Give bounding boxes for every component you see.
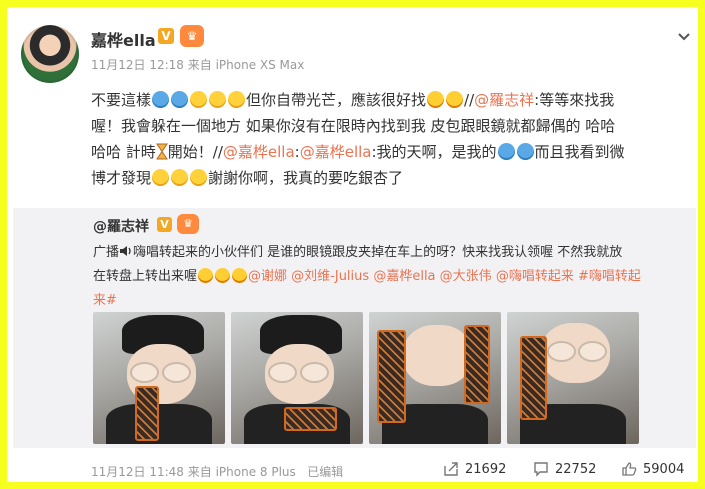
mention-luo[interactable]: @羅志祥	[474, 91, 534, 109]
photo-1[interactable]	[93, 312, 225, 444]
post-username[interactable]: 嘉桦ella	[91, 27, 156, 51]
verified-badge: V	[157, 217, 172, 232]
fearful-emoji-icon	[497, 143, 515, 160]
verified-badge: V	[158, 28, 174, 44]
repost-text: 广播 嗨唱转起来的小伙伴们 是谁的眼镜跟皮夹掉在车上的呀？快来找我认领喔 不然我就…	[93, 245, 641, 308]
tired-emoji-icon	[209, 91, 227, 108]
photo-4[interactable]	[507, 312, 639, 444]
speaker-icon	[120, 246, 131, 256]
crying-emoji-icon	[171, 91, 189, 108]
post-meta: 11月12日 12:18 来自 iPhone XS Max	[91, 58, 305, 72]
tired-emoji-icon	[228, 91, 246, 108]
mention-dazhangwei[interactable]: @大张伟	[440, 269, 492, 284]
hashtag[interactable]: 来#	[93, 293, 117, 308]
like-count: 59004	[643, 461, 685, 477]
mention-jia-1[interactable]: @嘉桦ella	[223, 143, 295, 161]
comment-count: 22752	[555, 461, 597, 477]
content-text: 不要這樣	[91, 91, 152, 109]
content-text: :我的天啊，是我的	[371, 143, 497, 161]
mention-haichang[interactable]: @嗨唱转起来	[496, 269, 574, 284]
repost-username[interactable]: @羅志祥	[93, 216, 149, 236]
share-stat[interactable]: 21692	[443, 461, 506, 477]
hashtag[interactable]: #嗨唱转起	[578, 269, 641, 284]
share-count: 21692	[465, 461, 507, 477]
laughing-emoji-icon	[232, 268, 248, 283]
chevron-down-icon[interactable]	[676, 29, 692, 45]
like-stat[interactable]: 59004	[621, 461, 684, 477]
mention-jia[interactable]: @嘉桦ella	[373, 269, 435, 284]
repost-meta: 11月12日 11:48 来自 iPhone 8 Plus	[91, 465, 296, 479]
tired-emoji-icon	[152, 169, 170, 186]
hourglass-icon	[155, 143, 168, 160]
tired-emoji-icon	[190, 91, 208, 108]
content-text: 博才發現	[91, 169, 152, 187]
content-text: 但你自帶光芒，應該很好找	[246, 91, 427, 109]
comment-stat[interactable]: 22752	[533, 461, 596, 477]
repost-footer: 11月12日 11:48 来自 iPhone 8 Plus 已编辑	[91, 463, 343, 480]
edited-label[interactable]: 已编辑	[307, 465, 343, 479]
weibo-post-card: 嘉桦ella V ♛ 11月12日 12:18 来自 iPhone XS Max…	[7, 7, 698, 482]
content-text: 喔！我會躲在一個地方 如果你沒有在限時內找到我 皮包跟眼鏡就都歸偶的 哈哈	[91, 117, 616, 135]
vip-crown-icon: ♛	[177, 214, 199, 234]
mention-liuwei[interactable]: @刘维-Julius	[291, 269, 369, 284]
content-text: 謝謝你啊，我真的要吃銀杏了	[208, 169, 404, 187]
content-text: 開始！//	[167, 143, 223, 161]
content-text: //	[464, 91, 475, 109]
share-icon	[444, 462, 458, 476]
vip-crown-icon: ♛	[180, 25, 204, 47]
crying-emoji-icon	[152, 91, 170, 108]
fearful-emoji-icon	[516, 143, 534, 160]
mention-jia-2[interactable]: @嘉桦ella	[300, 143, 372, 161]
tired-emoji-icon	[171, 169, 189, 186]
content-text: 而且我看到微	[534, 143, 625, 161]
crazy-face-emoji-icon	[446, 91, 464, 108]
repost-box: @羅志祥 V ♛ 广播 嗨唱转起来的小伙伴们 是谁的眼镜跟皮夹掉在车上的呀？快来找…	[13, 208, 696, 448]
laughing-emoji-icon	[215, 268, 231, 283]
content-text: :等等來找我	[534, 91, 615, 109]
mention-xiena[interactable]: @谢娜	[248, 269, 287, 284]
crazy-face-emoji-icon	[427, 91, 445, 108]
tired-emoji-icon	[190, 169, 208, 186]
avatar[interactable]	[21, 25, 79, 83]
photo-3[interactable]	[369, 312, 501, 444]
comment-icon	[534, 462, 548, 477]
content-text: 哈哈 計時	[91, 143, 156, 161]
laughing-emoji-icon	[198, 268, 214, 283]
photo-2[interactable]	[231, 312, 363, 444]
post-content: 不要這樣 但你自帶光芒，應該很好找 //@羅志祥:等等來找我 喔！我會躲在一個地方 …	[91, 91, 625, 187]
like-icon	[622, 462, 637, 476]
